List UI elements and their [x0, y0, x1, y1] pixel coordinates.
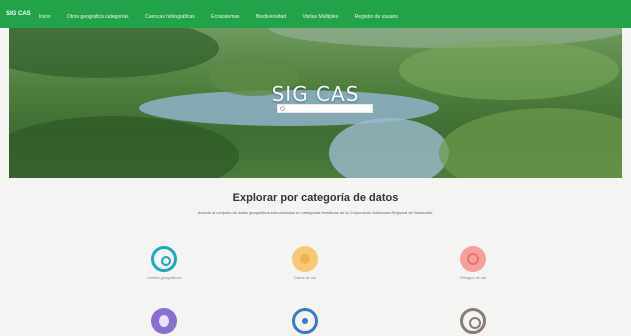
main-nav: Inicio Otros geográfica categorías Cuenc… [39, 5, 410, 23]
link-icon [151, 246, 177, 272]
nav-item[interactable]: Biodiversidad [256, 14, 286, 20]
hero-banner: SIG CAS [9, 28, 622, 178]
category-card[interactable]: Límites geográficos [119, 246, 209, 280]
top-navbar: SIG CAS Inicio Otros geográfica categorí… [0, 0, 631, 28]
search-input[interactable] [286, 105, 372, 112]
category-label: Límites geográficos [146, 275, 182, 280]
brand-logo[interactable]: SIG CAS [6, 11, 31, 17]
nav-item[interactable]: Otros geográfica categorías [67, 14, 129, 20]
section-title: Explorar por categoría de datos [232, 192, 399, 204]
search-icon [280, 106, 285, 111]
category-card[interactable] [428, 308, 518, 334]
building-icon [460, 308, 486, 334]
mountain-icon [151, 308, 177, 334]
nav-item[interactable]: Inicio [39, 14, 51, 20]
category-card[interactable] [260, 308, 350, 334]
nav-item[interactable]: Cuencas hidrográficas [145, 14, 195, 20]
category-card[interactable] [119, 308, 209, 334]
nav-item[interactable]: Registro de usuario [355, 14, 398, 20]
alert-icon [460, 246, 486, 272]
search-box[interactable] [277, 104, 373, 113]
category-label: Datos de sol [293, 275, 317, 280]
sun-icon [292, 246, 318, 272]
water-drop-icon [292, 308, 318, 334]
nav-item[interactable]: Visitas Múltiples [302, 14, 338, 20]
section-description: Accede al conjunto de datos geográficos … [197, 210, 434, 215]
hero-title: SIG CAS [271, 82, 360, 106]
category-label: Riesgos de sal [459, 275, 487, 280]
nav-item[interactable]: Ecosistemas [211, 14, 239, 20]
category-card[interactable]: Datos de sol [260, 246, 350, 280]
category-card[interactable]: Riesgos de sal [428, 246, 518, 280]
